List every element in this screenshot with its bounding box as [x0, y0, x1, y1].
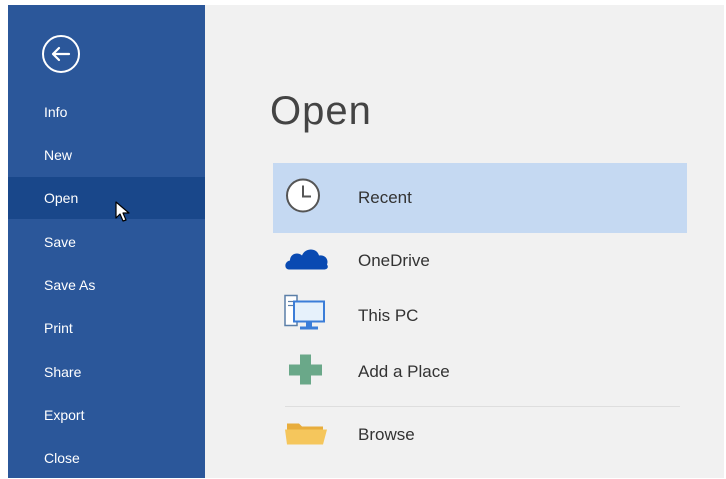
plus-icon	[283, 352, 327, 393]
place-recent[interactable]: Recent	[273, 163, 687, 233]
clock-icon	[283, 176, 323, 221]
place-add-a-place[interactable]: Add a Place	[273, 344, 687, 400]
mouse-cursor-icon	[115, 201, 130, 222]
nav-item-save[interactable]: Save	[8, 221, 205, 263]
place-this-pc[interactable]: This PC	[273, 288, 687, 344]
nav-item-export[interactable]: Export	[8, 394, 205, 436]
back-button[interactable]	[42, 35, 80, 73]
place-onedrive[interactable]: OneDrive	[273, 233, 687, 289]
back-arrow-icon	[51, 46, 71, 62]
nav-item-new[interactable]: New	[8, 134, 205, 176]
place-label: Add a Place	[358, 362, 450, 381]
nav-item-share[interactable]: Share	[8, 351, 205, 393]
place-label: Browse	[358, 425, 415, 444]
page-title: Open	[270, 89, 372, 133]
nav-item-info[interactable]: Info	[8, 91, 205, 133]
nav-item-save-as[interactable]: Save As	[8, 264, 205, 306]
place-label: This PC	[358, 306, 419, 325]
backstage-view: Info New Open Save Save As Print Share E…	[8, 5, 724, 478]
nav-item-close[interactable]: Close	[8, 437, 205, 479]
onedrive-cloud-icon	[283, 244, 331, 279]
place-label: OneDrive	[358, 251, 430, 270]
backstage-sidebar: Info New Open Save Save As Print Share E…	[8, 5, 205, 478]
place-browse[interactable]: Browse	[273, 407, 687, 463]
nav-item-print[interactable]: Print	[8, 307, 205, 349]
folder-icon	[283, 418, 331, 453]
place-label: Recent	[358, 188, 412, 207]
nav-item-open[interactable]: Open	[8, 177, 205, 219]
computer-icon	[283, 294, 329, 339]
